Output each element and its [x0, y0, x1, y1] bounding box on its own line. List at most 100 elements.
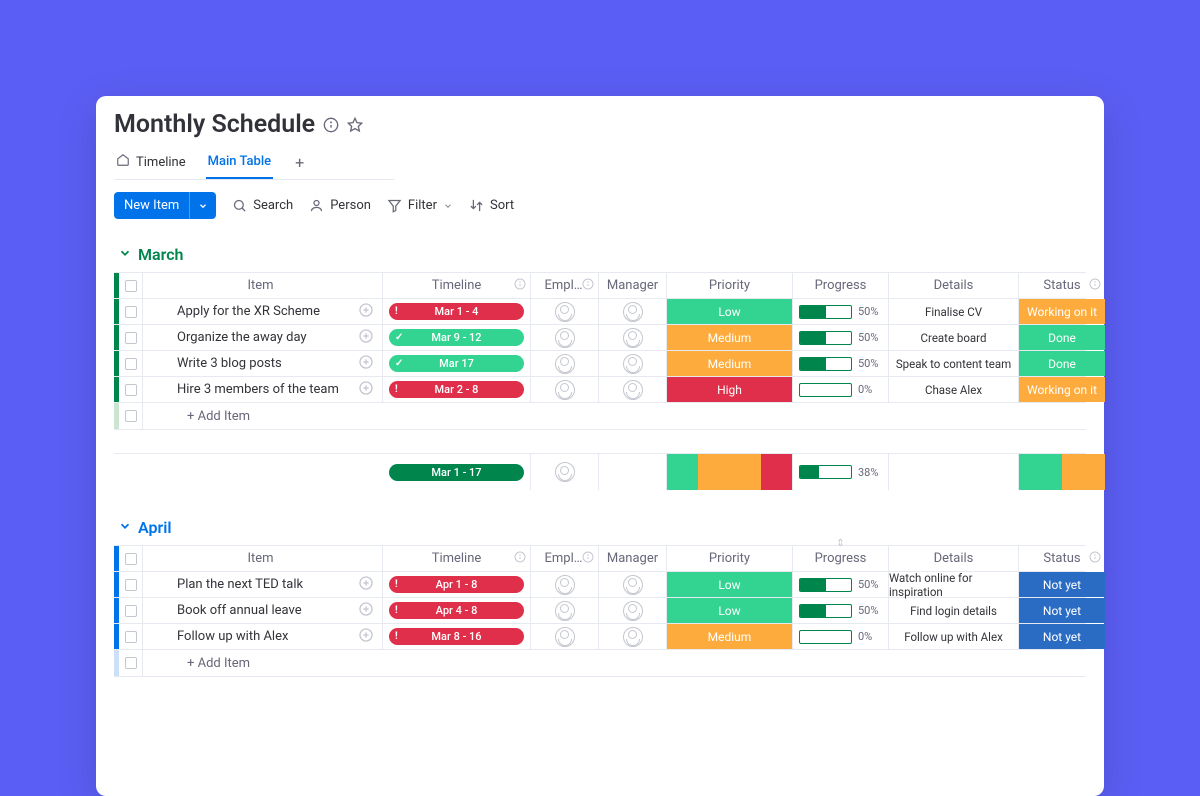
- col-timeline[interactable]: Timeline: [383, 273, 531, 298]
- status-cell[interactable]: Not yet: [1019, 598, 1105, 623]
- item-cell[interactable]: Organize the away day: [143, 325, 383, 350]
- col-details[interactable]: Details: [889, 546, 1019, 571]
- item-cell[interactable]: Write 3 blog posts: [143, 351, 383, 376]
- add-subitem-icon[interactable]: [358, 354, 374, 374]
- table-row[interactable]: Apply for the XR Scheme ! Mar 1 - 4 Low …: [114, 299, 1086, 325]
- col-progress[interactable]: ⇕Progress: [793, 546, 889, 571]
- priority-cell[interactable]: Low: [667, 572, 793, 597]
- col-priority[interactable]: Priority: [667, 273, 793, 298]
- timeline-cell[interactable]: ! Mar 2 - 8: [383, 377, 531, 402]
- status-cell[interactable]: Not yet: [1019, 572, 1105, 597]
- collapse-icon[interactable]: [118, 519, 132, 537]
- employee-cell[interactable]: [531, 325, 599, 350]
- item-cell[interactable]: Plan the next TED talk: [143, 572, 383, 597]
- col-priority[interactable]: Priority: [667, 546, 793, 571]
- progress-cell[interactable]: 50%: [793, 598, 889, 623]
- info-icon[interactable]: [582, 551, 594, 567]
- item-cell[interactable]: Book off annual leave: [143, 598, 383, 623]
- row-checkbox[interactable]: [119, 650, 143, 676]
- col-employee[interactable]: Emplo…: [531, 273, 599, 298]
- info-icon[interactable]: [582, 278, 594, 294]
- row-checkbox[interactable]: [119, 351, 143, 376]
- row-checkbox[interactable]: [119, 403, 143, 429]
- item-cell[interactable]: Follow up with Alex: [143, 624, 383, 649]
- row-checkbox[interactable]: [119, 377, 143, 402]
- new-item-dropdown[interactable]: [189, 192, 216, 219]
- employee-cell[interactable]: [531, 572, 599, 597]
- col-status[interactable]: Status: [1019, 273, 1105, 298]
- col-manager[interactable]: Manager: [599, 546, 667, 571]
- tab-main-table[interactable]: Main Table: [206, 148, 274, 179]
- status-cell[interactable]: Done: [1019, 351, 1105, 376]
- info-icon[interactable]: [323, 117, 339, 133]
- select-all-checkbox[interactable]: [119, 546, 143, 571]
- progress-cell[interactable]: 0%: [793, 624, 889, 649]
- add-subitem-icon[interactable]: [358, 601, 374, 621]
- timeline-cell[interactable]: ✓ Mar 17: [383, 351, 531, 376]
- sort-tool[interactable]: Sort: [469, 198, 514, 213]
- row-checkbox[interactable]: [119, 325, 143, 350]
- new-item-button[interactable]: New Item: [114, 192, 216, 219]
- status-cell[interactable]: Not yet: [1019, 624, 1105, 649]
- col-progress[interactable]: Progress: [793, 273, 889, 298]
- table-row[interactable]: Plan the next TED talk ! Apr 1 - 8 Low 5…: [114, 572, 1086, 598]
- progress-cell[interactable]: 50%: [793, 299, 889, 324]
- col-employee[interactable]: Emplo…: [531, 546, 599, 571]
- employee-cell[interactable]: [531, 624, 599, 649]
- manager-cell[interactable]: [599, 351, 667, 376]
- manager-cell[interactable]: [599, 325, 667, 350]
- search-tool[interactable]: Search: [232, 198, 293, 213]
- status-cell[interactable]: Working on it: [1019, 377, 1105, 402]
- collapse-icon[interactable]: [118, 246, 132, 264]
- add-view-button[interactable]: +: [291, 151, 308, 175]
- row-checkbox[interactable]: [119, 572, 143, 597]
- timeline-cell[interactable]: ! Apr 4 - 8: [383, 598, 531, 623]
- info-icon[interactable]: [1089, 551, 1101, 567]
- person-tool[interactable]: Person: [309, 198, 371, 213]
- manager-cell[interactable]: [599, 624, 667, 649]
- item-cell[interactable]: Hire 3 members of the team: [143, 377, 383, 402]
- tab-timeline[interactable]: Timeline: [114, 147, 188, 179]
- priority-cell[interactable]: Medium: [667, 325, 793, 350]
- add-item-row[interactable]: + Add Item: [114, 403, 1086, 429]
- col-timeline[interactable]: Timeline: [383, 546, 531, 571]
- details-cell[interactable]: Finalise CV: [889, 299, 1019, 324]
- progress-cell[interactable]: 0%: [793, 377, 889, 402]
- details-cell[interactable]: Follow up with Alex: [889, 624, 1019, 649]
- info-icon[interactable]: [514, 551, 526, 567]
- priority-cell[interactable]: Low: [667, 299, 793, 324]
- favorite-star-icon[interactable]: [347, 117, 363, 133]
- col-manager[interactable]: Manager: [599, 273, 667, 298]
- col-item[interactable]: Item: [143, 273, 383, 298]
- details-cell[interactable]: Watch online for inspiration: [889, 572, 1019, 597]
- priority-cell[interactable]: Medium: [667, 624, 793, 649]
- timeline-cell[interactable]: ! Apr 1 - 8: [383, 572, 531, 597]
- col-item[interactable]: Item: [143, 546, 383, 571]
- details-cell[interactable]: Create board: [889, 325, 1019, 350]
- add-subitem-icon[interactable]: [358, 380, 374, 400]
- progress-cell[interactable]: 50%: [793, 325, 889, 350]
- timeline-cell[interactable]: ! Mar 1 - 4: [383, 299, 531, 324]
- manager-cell[interactable]: [599, 299, 667, 324]
- details-cell[interactable]: Find login details: [889, 598, 1019, 623]
- employee-cell[interactable]: [531, 377, 599, 402]
- employee-cell[interactable]: [531, 598, 599, 623]
- manager-cell[interactable]: [599, 598, 667, 623]
- manager-cell[interactable]: [599, 377, 667, 402]
- table-row[interactable]: Write 3 blog posts ✓ Mar 17 Medium 50% S…: [114, 351, 1086, 377]
- timeline-cell[interactable]: ! Mar 8 - 16: [383, 624, 531, 649]
- table-row[interactable]: Hire 3 members of the team ! Mar 2 - 8 H…: [114, 377, 1086, 403]
- timeline-cell[interactable]: ✓ Mar 9 - 12: [383, 325, 531, 350]
- details-cell[interactable]: Chase Alex: [889, 377, 1019, 402]
- add-subitem-icon[interactable]: [358, 328, 374, 348]
- group-header[interactable]: March: [114, 245, 1086, 264]
- filter-tool[interactable]: Filter: [387, 198, 453, 213]
- drag-handle-icon[interactable]: ⇕: [836, 538, 844, 549]
- info-icon[interactable]: [1089, 278, 1101, 294]
- add-subitem-icon[interactable]: [358, 302, 374, 322]
- select-all-checkbox[interactable]: [119, 273, 143, 298]
- info-icon[interactable]: [514, 278, 526, 294]
- add-subitem-icon[interactable]: [358, 627, 374, 647]
- priority-cell[interactable]: Medium: [667, 351, 793, 376]
- col-status[interactable]: Status: [1019, 546, 1105, 571]
